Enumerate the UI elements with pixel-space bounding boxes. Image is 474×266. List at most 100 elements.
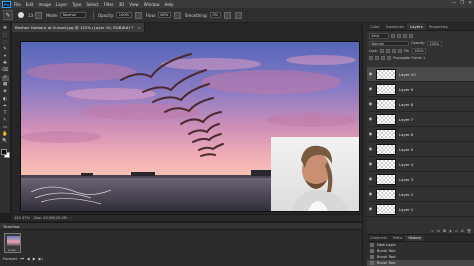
tab-channels[interactable]: Channels <box>367 235 390 241</box>
tab-history[interactable]: History <box>405 235 425 241</box>
visibility-eye-icon[interactable]: ◉ <box>367 162 374 167</box>
smoothing-settings-icon[interactable] <box>223 11 231 19</box>
brush-panel-icon[interactable] <box>35 11 43 19</box>
unify-visibility-icon[interactable] <box>375 56 379 61</box>
hand-tool-icon[interactable]: ✋ <box>2 132 9 138</box>
fill-field[interactable]: 100% <box>411 48 427 54</box>
lasso-tool-icon[interactable]: ◌ <box>2 40 9 46</box>
blend-mode-select[interactable]: Normal <box>369 40 409 46</box>
move-tool-icon[interactable]: ✥ <box>2 26 9 32</box>
menu-edit[interactable]: Edit <box>26 2 34 7</box>
menu-file[interactable]: File <box>14 2 21 7</box>
brush-tool-icon[interactable]: ✐ <box>1 76 9 82</box>
animation-frame[interactable]: 0 sec. <box>4 233 21 253</box>
zoom-tool-icon[interactable]: 🔍 <box>2 139 9 146</box>
tab-properties[interactable]: Properties <box>426 23 451 30</box>
quick-select-tool-icon[interactable]: ✎ <box>2 47 9 53</box>
visibility-eye-icon[interactable]: ◉ <box>367 132 374 137</box>
layer-row[interactable]: ◉ Layer 4 <box>367 157 474 172</box>
eyedropper-tool-icon[interactable]: ✚ <box>2 61 9 67</box>
layer-row[interactable]: ◉ Layer 6 <box>367 127 474 142</box>
new-group-icon[interactable]: ▭ <box>455 229 458 233</box>
close-tab-icon[interactable]: × <box>137 25 140 30</box>
pen-tool-icon[interactable]: ✒ <box>2 104 9 110</box>
brush-tool-preset-icon[interactable]: ✎ <box>3 10 13 20</box>
layer-opacity-field[interactable]: 100% <box>426 40 442 46</box>
type-tool-icon[interactable]: T <box>2 111 9 117</box>
clone-stamp-tool-icon[interactable]: ▩ <box>2 83 9 89</box>
menu-3d[interactable]: 3D <box>119 2 125 7</box>
crop-tool-icon[interactable]: ⌖ <box>2 54 9 60</box>
menu-image[interactable]: Image <box>38 2 51 7</box>
visibility-eye-icon[interactable]: ◉ <box>367 87 374 92</box>
visibility-eye-icon[interactable]: ◉ <box>367 72 374 77</box>
mode-select[interactable]: Normal <box>60 12 87 18</box>
delete-layer-icon[interactable]: 🗑 <box>467 229 471 233</box>
chevron-right-icon[interactable]: › <box>70 216 71 220</box>
tab-paths[interactable]: Paths <box>390 235 406 241</box>
menu-filter[interactable]: Filter <box>104 2 114 7</box>
layer-filter-kind-select[interactable]: Kind <box>369 33 389 39</box>
filter-pixel-icon[interactable] <box>391 33 395 38</box>
path-select-tool-icon[interactable]: ↖ <box>2 118 9 124</box>
frame-delay[interactable]: 0 sec. <box>5 248 20 252</box>
unify-position-icon[interactable] <box>369 56 373 61</box>
play-icon[interactable]: ▶ <box>33 256 36 261</box>
visibility-eye-icon[interactable]: ◉ <box>367 147 374 152</box>
opacity-field[interactable]: 100% <box>116 12 132 18</box>
visibility-eye-icon[interactable]: ◉ <box>367 102 374 107</box>
new-layer-icon[interactable]: ⊞ <box>461 229 464 233</box>
visibility-eye-icon[interactable]: ◉ <box>367 117 374 122</box>
menu-layer[interactable]: Layer <box>56 2 67 7</box>
pressure-size-icon[interactable] <box>234 11 242 19</box>
unify-style-icon[interactable] <box>381 56 385 61</box>
loop-options-select[interactable]: Forever <box>3 256 17 261</box>
layer-row[interactable]: ◉ Layer 3 <box>367 172 474 187</box>
zoom-level[interactable]: 142.37% <box>14 216 30 220</box>
color-swatches[interactable] <box>0 148 10 158</box>
menu-view[interactable]: View <box>129 2 139 7</box>
healing-brush-tool-icon[interactable]: ⌫ <box>2 68 9 75</box>
filter-adjustment-icon[interactable] <box>397 33 401 38</box>
layer-row[interactable]: ◉ Layer 2 <box>367 187 474 202</box>
layer-row[interactable]: ◉ Layer 5 <box>367 142 474 157</box>
visibility-eye-icon[interactable]: ◉ <box>367 192 374 197</box>
next-frame-icon[interactable]: ▶| <box>39 256 43 261</box>
lock-transparent-icon[interactable] <box>379 48 384 53</box>
tab-swatches[interactable]: Swatches <box>383 23 407 30</box>
visibility-eye-icon[interactable]: ◉ <box>367 207 374 212</box>
gradient-tool-icon[interactable]: ◐ <box>2 97 9 103</box>
canvas[interactable] <box>20 41 360 212</box>
layer-style-icon[interactable]: fx <box>437 229 440 233</box>
minimize-button[interactable]: — <box>452 1 457 6</box>
layer-row[interactable]: ◉ Layer 7 <box>367 112 474 127</box>
visibility-eye-icon[interactable]: ◉ <box>367 177 374 182</box>
airbrush-icon[interactable] <box>173 11 181 19</box>
history-item[interactable]: Brush Tool <box>367 260 474 266</box>
brush-size-picker[interactable] <box>16 10 26 20</box>
document-tab[interactable]: Beshan Harbour at Sunset.jpg @ 142% (Lay… <box>12 23 145 32</box>
pressure-opacity-icon[interactable] <box>134 11 142 19</box>
adjustment-layer-icon[interactable]: ◑ <box>449 229 452 233</box>
smoothing-field[interactable]: 0% <box>209 12 221 18</box>
filter-type-icon[interactable] <box>403 33 407 38</box>
menu-select[interactable]: Select <box>86 2 98 7</box>
layer-row[interactable]: ◉ Layer 1 <box>367 202 474 217</box>
layer-row[interactable]: ◉ Layer 10 <box>367 67 474 82</box>
foreground-color-swatch[interactable] <box>0 148 7 155</box>
shape-tool-icon[interactable]: ▭ <box>2 125 9 131</box>
link-layers-icon[interactable]: ∞ <box>431 229 434 233</box>
lock-all-icon[interactable] <box>397 48 402 53</box>
layer-row[interactable]: ◉ Layer 8 <box>367 97 474 112</box>
tab-color[interactable]: Color <box>367 23 383 30</box>
tab-layers[interactable]: Layers <box>407 23 426 30</box>
lock-position-icon[interactable] <box>391 48 396 53</box>
lock-pixels-icon[interactable] <box>385 48 390 53</box>
menu-help[interactable]: Help <box>164 2 173 7</box>
filter-shape-icon[interactable] <box>409 33 413 38</box>
add-mask-icon[interactable]: ◘ <box>443 229 446 233</box>
close-window-button[interactable]: ✕ <box>468 1 472 6</box>
marquee-tool-icon[interactable]: ⬚ <box>2 33 9 39</box>
previous-frame-icon[interactable]: ◀ <box>27 256 30 261</box>
first-frame-icon[interactable]: ⏮ <box>20 256 23 261</box>
